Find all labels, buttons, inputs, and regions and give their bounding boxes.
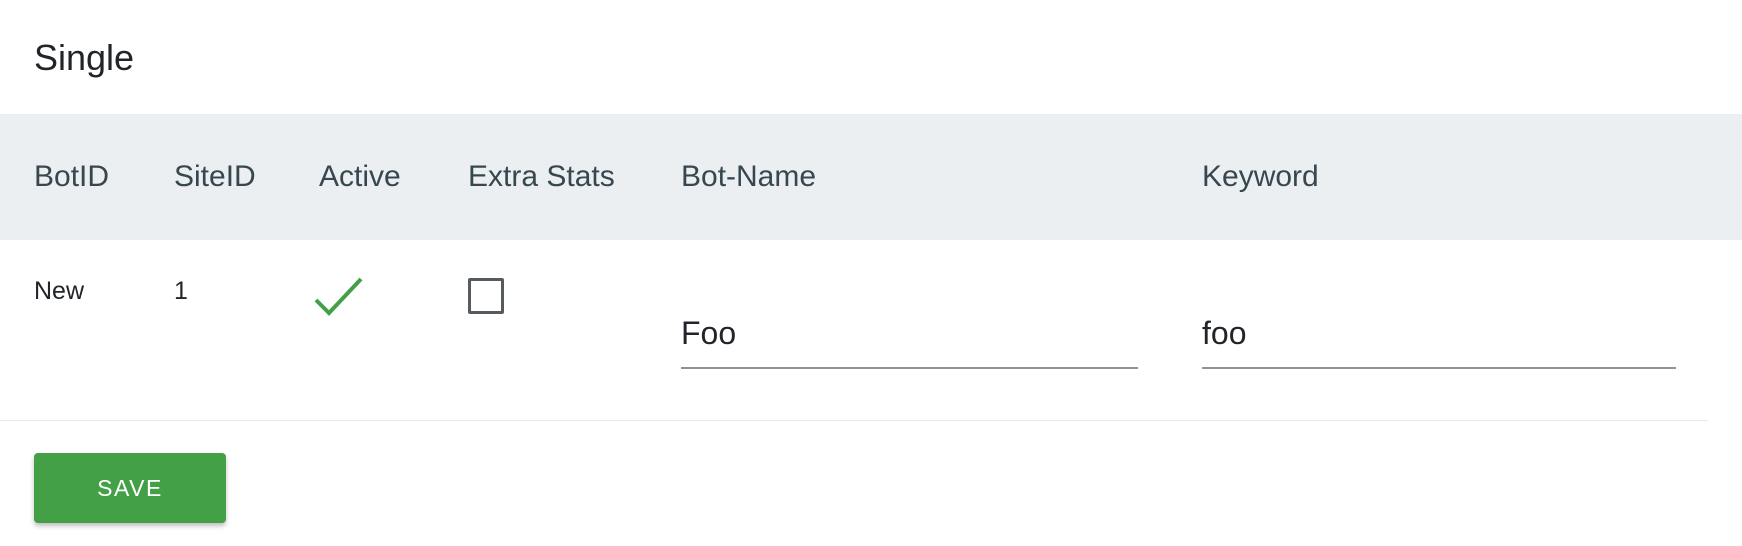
column-header-keyword: Keyword [1202, 160, 1319, 193]
column-header-active: Active [319, 160, 401, 193]
bot-name-field[interactable] [681, 300, 1138, 369]
extra-stats-checkbox[interactable] [468, 278, 504, 314]
column-header-bot-name: Bot-Name [681, 160, 817, 193]
page-title: Single [34, 37, 135, 78]
column-header-siteid: SiteID [174, 160, 256, 193]
cell-bot-id: New [34, 277, 85, 305]
check-icon [314, 277, 363, 316]
column-header-extra-stats: Extra Stats [468, 160, 615, 193]
cell-site-id: 1 [174, 277, 188, 305]
save-button[interactable]: Save [34, 453, 226, 523]
keyword-field[interactable] [1202, 300, 1676, 369]
table-row: New 1 [0, 240, 1708, 421]
table-header-row: BotID SiteID Active Extra Stats Bot-Name… [0, 114, 1742, 240]
column-header-botid: BotID [34, 160, 110, 193]
